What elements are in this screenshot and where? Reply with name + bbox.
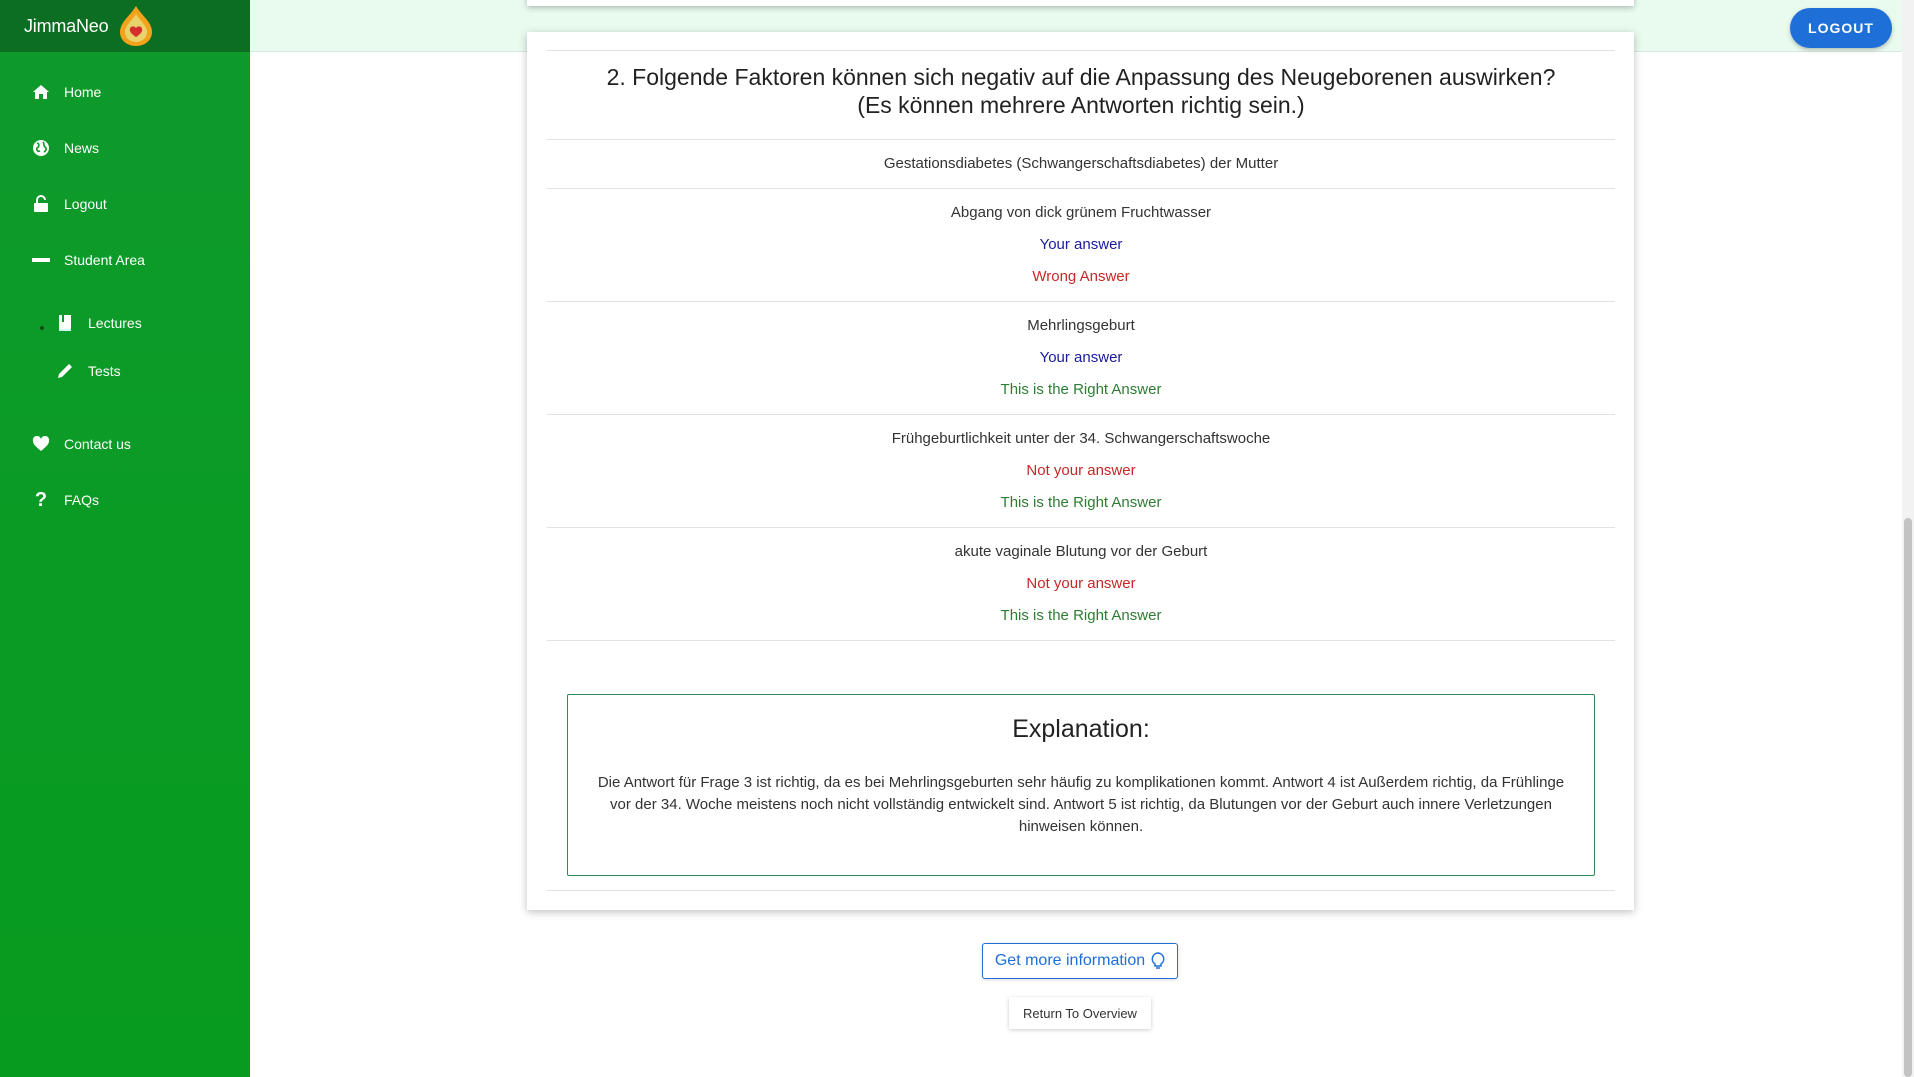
selection-status: Not your answer xyxy=(1026,462,1136,479)
globe-icon xyxy=(31,138,51,158)
explanation-box: Explanation: Die Antwort für Frage 3 ist… xyxy=(567,694,1595,876)
sidebar-item-student-area[interactable]: Student Area xyxy=(0,240,250,280)
minus-icon xyxy=(31,250,51,270)
explanation-text: Die Antwort für Frage 3 ist richtig, da … xyxy=(597,774,1565,835)
answer-text: Mehrlingsgeburt xyxy=(1027,317,1135,334)
sidebar-item-label: Tests xyxy=(88,363,121,379)
heart-icon xyxy=(31,434,51,454)
sidebar-item-label: FAQs xyxy=(64,492,100,508)
answer-item: Gestationsdiabetes (Schwangerschaftsdiab… xyxy=(547,140,1615,188)
sidebar-item-lectures[interactable]: Lectures xyxy=(0,303,250,343)
sidebar-item-label: Student Area xyxy=(64,252,145,268)
explanation-heading: Explanation: xyxy=(1012,715,1150,743)
get-more-information-button[interactable]: Get more information xyxy=(982,943,1178,979)
answer-text: akute vaginale Blutung vor der Geburt xyxy=(954,543,1208,560)
selection-status: Your answer xyxy=(1039,236,1123,253)
book-icon xyxy=(55,313,75,333)
answer-text: Frühgeburtlichkeit unter der 34. Schwang… xyxy=(891,430,1271,447)
question-content: 2. Folgende Faktoren können sich negativ… xyxy=(547,32,1615,891)
question-title-line1: 2. Folgende Faktoren können sich negativ… xyxy=(606,64,1556,90)
scrollbar-thumb[interactable] xyxy=(1904,518,1912,1077)
more-info-label: Get more information xyxy=(994,952,1146,969)
divider xyxy=(547,640,1615,641)
sidebar-item-label: Home xyxy=(64,84,102,100)
answer-item: akute vaginale Blutung vor der Geburt No… xyxy=(547,528,1615,640)
question-title: 2. Folgende Faktoren können sich negativ… xyxy=(547,51,1615,139)
question-title-line2: (Es können mehrere Antworten richtig sei… xyxy=(857,92,1305,118)
answer-verdict: Wrong Answer xyxy=(1032,268,1130,285)
divider xyxy=(547,890,1615,891)
brand-logo-icon[interactable] xyxy=(116,4,156,48)
sidebar-item-label: Logout xyxy=(64,196,107,212)
answer-verdict: This is the Right Answer xyxy=(1000,381,1162,398)
answer-item: Abgang von dick grünem Fruchtwasser Your… xyxy=(547,189,1615,301)
scrollbar[interactable] xyxy=(1902,0,1914,1077)
sidebar-item-tests[interactable]: Tests xyxy=(0,351,250,391)
answer-item: Frühgeburtlichkeit unter der 34. Schwang… xyxy=(547,415,1615,527)
previous-question-card xyxy=(527,0,1634,6)
logout-button[interactable]: LOGOUT xyxy=(1790,8,1892,48)
pencil-icon xyxy=(55,361,75,381)
answer-text: Gestationsdiabetes (Schwangerschaftsdiab… xyxy=(883,155,1279,172)
selection-status: Not your answer xyxy=(1026,575,1136,592)
sidebar-item-home[interactable]: Home xyxy=(0,72,250,112)
sidebar-item-label: News xyxy=(64,140,100,156)
question-card: 2. Folgende Faktoren können sich negativ… xyxy=(527,32,1634,910)
home-icon xyxy=(31,82,51,102)
lock-icon xyxy=(31,194,51,214)
question-icon: ? xyxy=(34,488,48,511)
answer-verdict: This is the Right Answer xyxy=(1000,494,1162,511)
answer-text: Abgang von dick grünem Fruchtwasser xyxy=(950,204,1212,221)
answer-item: Mehrlingsgeburt Your answer This is the … xyxy=(547,302,1615,414)
sidebar: JimmaNeo Home News Logout Student Area L… xyxy=(0,0,250,1077)
brand-bar: JimmaNeo xyxy=(0,0,250,52)
sidebar-item-label: Lectures xyxy=(88,315,142,331)
sidebar-item-contact[interactable]: Contact us xyxy=(0,424,250,464)
sidebar-item-news[interactable]: News xyxy=(0,128,250,168)
selection-status: Your answer xyxy=(1039,349,1123,366)
sidebar-item-faqs[interactable]: ? FAQs xyxy=(0,480,250,520)
return-to-overview-button[interactable]: Return To Overview xyxy=(1009,997,1151,1029)
lightbulb-icon xyxy=(1151,952,1165,970)
sidebar-item-logout[interactable]: Logout xyxy=(0,184,250,224)
answer-verdict: This is the Right Answer xyxy=(1000,607,1162,624)
brand-name[interactable]: JimmaNeo xyxy=(24,16,109,37)
sidebar-item-label: Contact us xyxy=(64,436,131,452)
